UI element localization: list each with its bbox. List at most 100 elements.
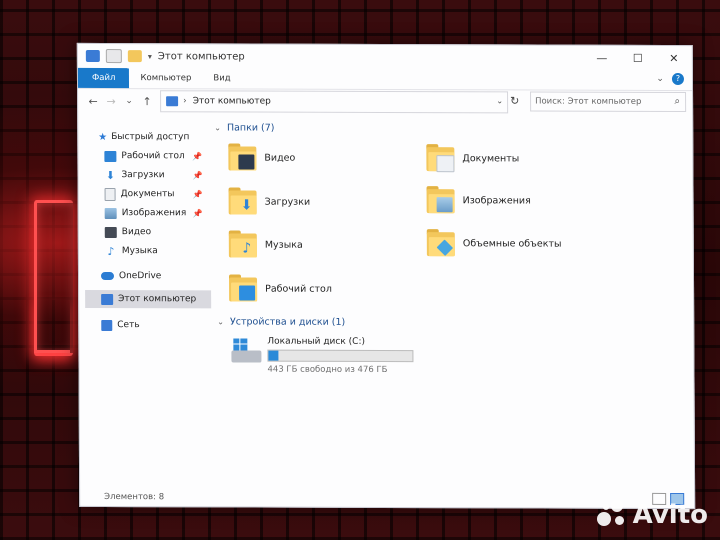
folder-label: Изображения [462, 194, 531, 207]
network-icon [101, 319, 113, 331]
sidebar-item-label: Музыка [121, 246, 158, 257]
sidebar-item-videos[interactable]: Видео [104, 223, 152, 241]
status-bar-count: Элементов: 8 [104, 492, 165, 503]
explorer-window: ▾ Этот компьютер — ☐ ✕ Файл Компьютер Ви… [76, 42, 696, 510]
pictures-folder-icon [426, 185, 457, 215]
drive-details: Локальный диск (C:) 443 ГБ свободно из 4… [267, 337, 414, 376]
window-controls: — ☐ ✕ [584, 46, 692, 70]
sidebar-item-label: Сеть [117, 320, 140, 331]
back-button[interactable]: ← [84, 94, 102, 107]
folder-label: Рабочий стол [265, 283, 332, 295]
folder-item-videos[interactable]: Видео [228, 142, 295, 172]
sidebar-item-label: Документы [120, 189, 175, 200]
chevron-down-icon[interactable]: ⌄ [496, 96, 503, 105]
properties-icon[interactable] [105, 49, 122, 64]
close-button[interactable]: ✕ [656, 46, 692, 70]
sidebar-item-desktop[interactable]: Рабочий стол 📌 [104, 147, 202, 165]
downloads-folder-icon: ⬇ [228, 186, 259, 216]
sidebar-item-label: OneDrive [118, 271, 162, 282]
tab-file[interactable]: Файл [77, 67, 130, 89]
path-separator: › [183, 96, 187, 107]
navigation-pane: ★ Быстрый доступ Рабочий стол 📌 ⬇ Загруз… [78, 124, 214, 486]
drive-item-c[interactable]: Локальный диск (C:) 443 ГБ свободно из 4… [229, 336, 414, 376]
computer-icon [101, 293, 114, 305]
address-path[interactable]: Этот компьютер [193, 96, 271, 106]
hard-drive-icon [229, 336, 262, 366]
computer-icon [166, 96, 179, 107]
folder-label: Объемные объекты [462, 237, 562, 250]
quick-access-toolbar: ▾ [78, 49, 152, 64]
picture-icon [104, 207, 117, 219]
tab-computer[interactable]: Компьютер [129, 68, 202, 88]
chevron-down-icon[interactable]: ⌄ [656, 74, 664, 84]
folder-item-3d-objects[interactable]: Объемные объекты [426, 228, 562, 258]
folder-item-pictures[interactable]: Изображения [426, 185, 531, 215]
sidebar-item-downloads[interactable]: ⬇ Загрузки 📌 [104, 166, 203, 184]
group-title: Папки (7) [226, 122, 275, 134]
avito-brand-text: Avito [632, 500, 708, 530]
search-input[interactable]: Поиск: Этот компьютер ⌕ [530, 91, 687, 113]
3d-objects-folder-icon [426, 228, 457, 258]
music-icon: ♪ [107, 244, 115, 258]
maximize-button[interactable]: ☐ [620, 46, 656, 70]
documents-folder-icon [426, 143, 456, 173]
up-button[interactable]: ↑ [138, 95, 156, 108]
folder-label: Документы [462, 152, 520, 164]
search-placeholder: Поиск: Этот компьютер [535, 96, 642, 107]
address-bar[interactable]: › Этот компьютер ⌄ [160, 90, 509, 114]
desktop-icon [104, 150, 117, 162]
sidebar-item-documents[interactable]: Документы 📌 [104, 185, 203, 203]
folder-item-desktop[interactable]: Рабочий стол [228, 273, 332, 303]
drive-usage-bar [267, 349, 414, 363]
pin-icon[interactable]: 📌 [193, 190, 203, 199]
new-folder-icon[interactable] [127, 50, 142, 63]
sidebar-item-label: Рабочий стол [121, 151, 185, 162]
sidebar-item-music[interactable]: ♪ Музыка [105, 242, 158, 260]
ribbon-right-controls: ⌄ ? [656, 72, 684, 86]
music-folder-icon: ♪ [228, 229, 259, 259]
minimize-button[interactable]: — [584, 46, 620, 70]
navigation-bar: ← → ⌄ ↑ › Этот компьютер ⌄ ↻ Поиск: Этот… [78, 90, 692, 114]
tab-view[interactable]: Вид [202, 68, 241, 88]
sidebar-item-pictures[interactable]: Изображения 📌 [104, 204, 203, 222]
chevron-down-icon[interactable]: ⌄ [214, 123, 221, 132]
sidebar-item-label: Быстрый доступ [111, 132, 190, 143]
group-title: Устройства и диски (1) [229, 316, 346, 328]
folder-item-documents[interactable]: Документы [426, 143, 519, 173]
sidebar-item-label: Этот компьютер [118, 294, 197, 305]
star-icon: ★ [98, 131, 108, 143]
forward-button[interactable]: → [102, 95, 120, 108]
computer-icon [85, 49, 100, 62]
document-icon [104, 187, 116, 201]
folder-label: Видео [264, 152, 296, 164]
sidebar-item-quick-access[interactable]: ★ Быстрый доступ [98, 128, 189, 146]
avito-logo-icon [596, 500, 627, 530]
chevron-down-icon[interactable]: ⌄ [217, 317, 224, 326]
folder-label: Загрузки [264, 196, 311, 208]
drive-free-space: 443 ГБ свободно из 476 ГБ [267, 364, 388, 376]
sidebar-item-this-pc[interactable]: Этот компьютер [85, 289, 212, 309]
video-icon [104, 226, 117, 238]
window-title: Этот компьютер [157, 50, 245, 63]
folder-item-downloads[interactable]: ⬇ Загрузки [228, 186, 311, 216]
download-icon: ⬇ [105, 168, 116, 182]
sidebar-item-network[interactable]: Сеть [101, 316, 140, 334]
folders-group-header[interactable]: ⌄ Папки (7) [214, 122, 274, 133]
sidebar-item-label: Видео [121, 227, 152, 238]
avito-watermark: Avito [596, 500, 708, 530]
search-icon[interactable]: ⌕ [674, 96, 680, 107]
customize-toolbar-icon[interactable]: ▾ [148, 52, 152, 61]
pin-icon[interactable]: 📌 [192, 152, 202, 161]
folder-label: Музыка [264, 239, 303, 251]
desktop-folder-icon [228, 273, 259, 303]
help-icon[interactable]: ? [671, 72, 684, 86]
pin-icon[interactable]: 📌 [192, 171, 202, 180]
refresh-button[interactable]: ↻ [510, 94, 519, 107]
content-pane: ⌄ Папки (7) Видео Документы ⬇ Загрузки И… [214, 118, 688, 486]
drive-usage-fill [268, 350, 279, 361]
pin-icon[interactable]: 📌 [193, 209, 203, 218]
folder-item-music[interactable]: ♪ Музыка [228, 229, 303, 259]
drives-group-header[interactable]: ⌄ Устройства и диски (1) [217, 316, 345, 327]
recent-locations-button[interactable]: ⌄ [120, 96, 138, 106]
sidebar-item-onedrive[interactable]: OneDrive [100, 267, 162, 285]
